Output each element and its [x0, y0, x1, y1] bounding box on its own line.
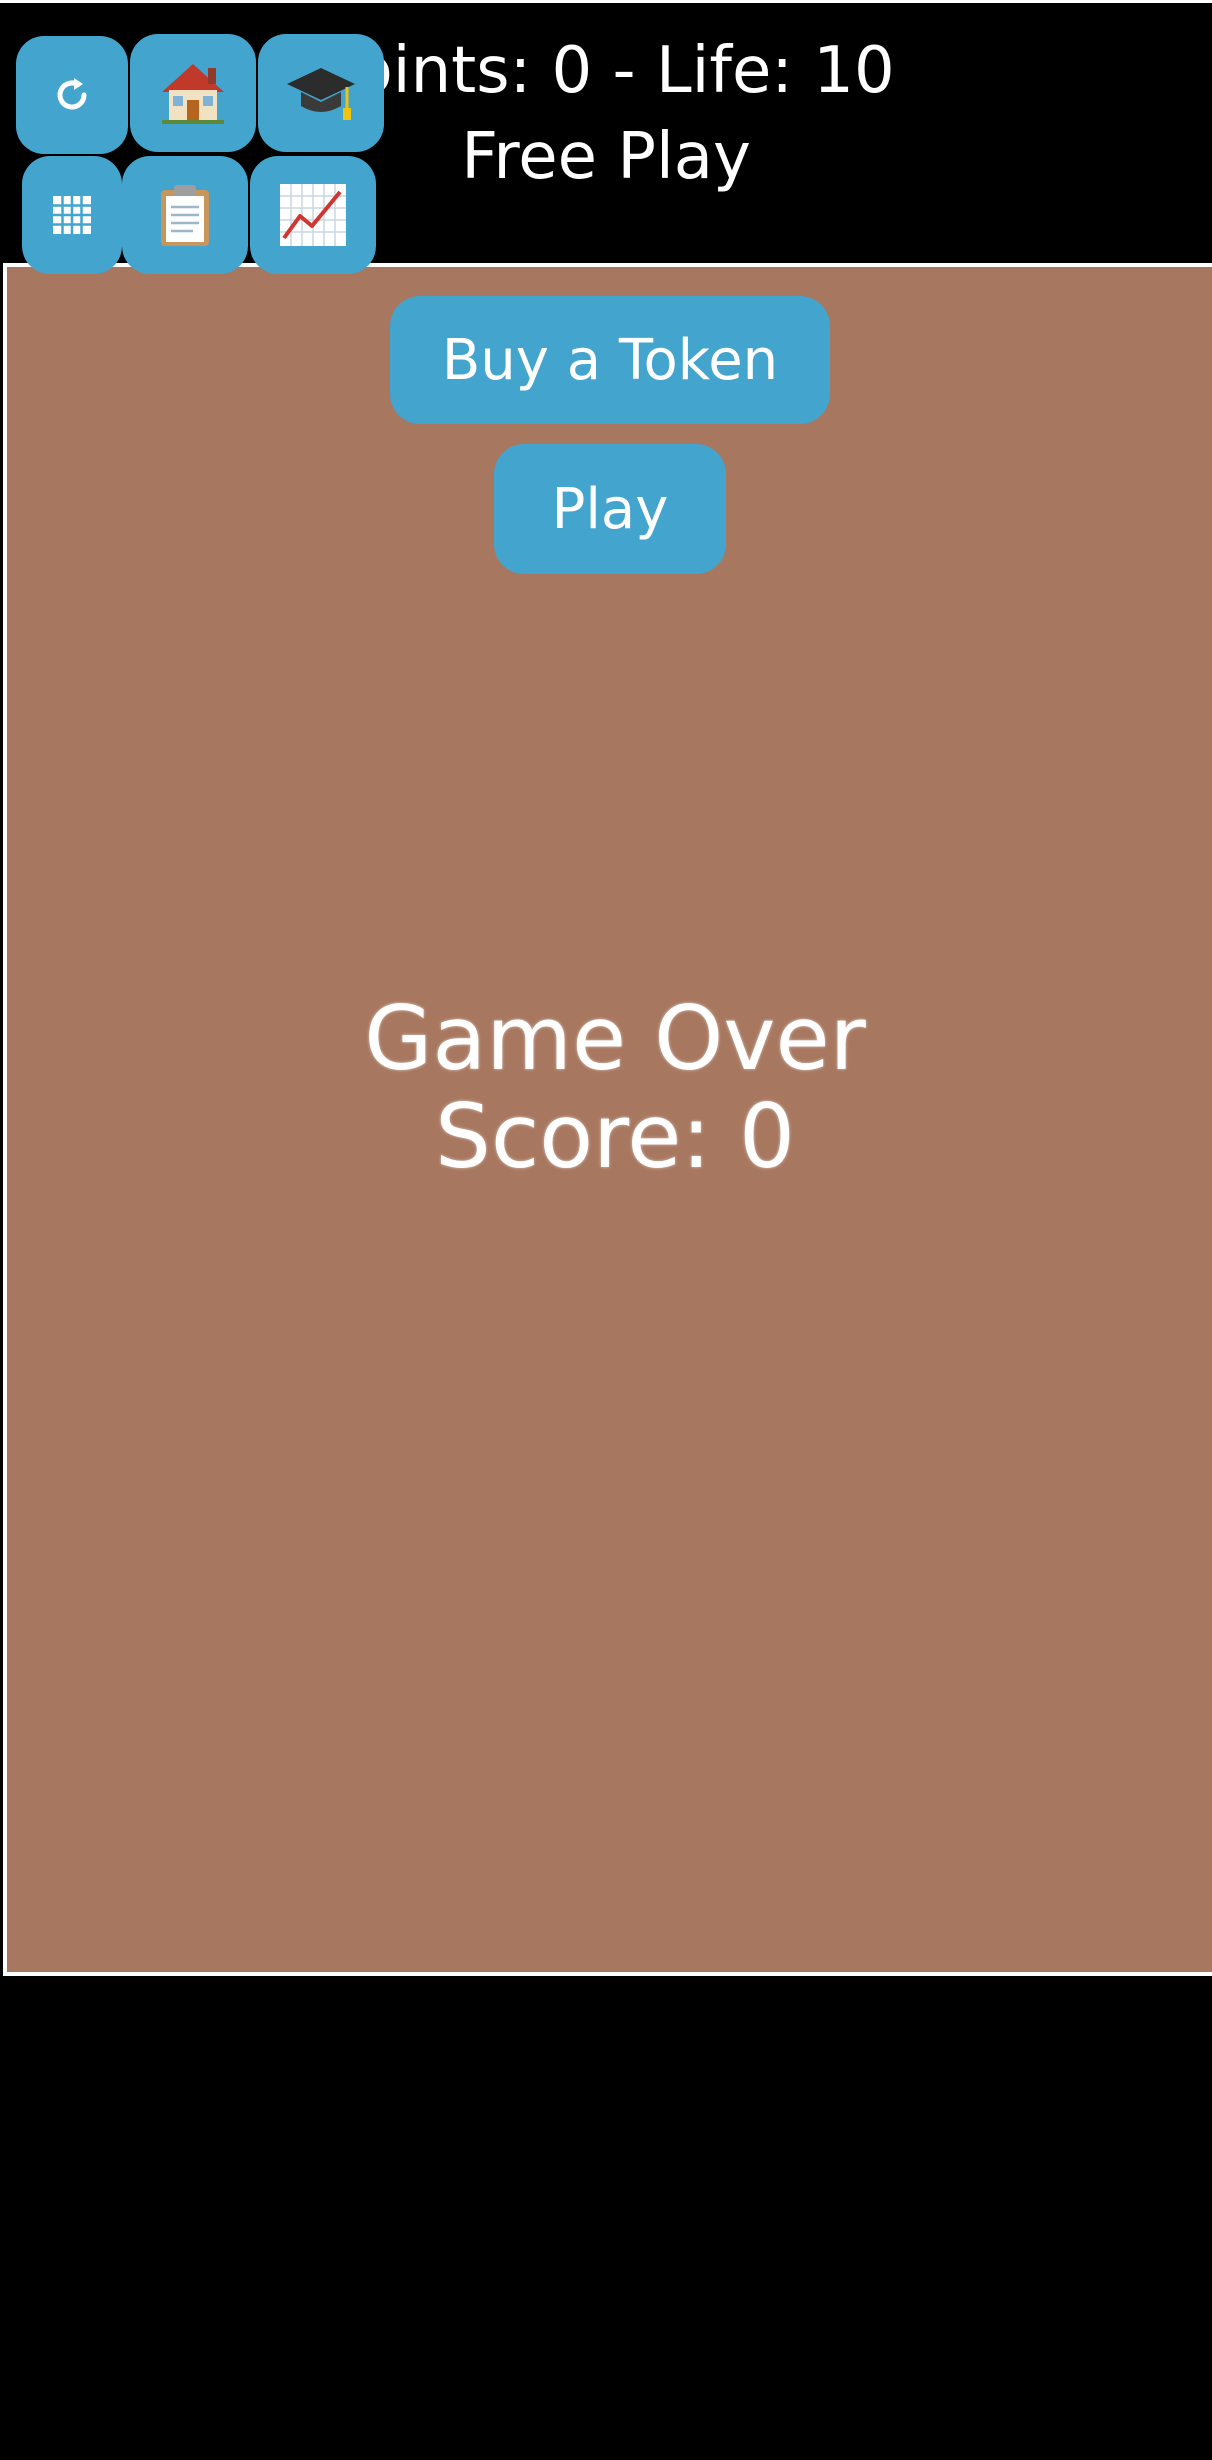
grid-button[interactable]: [22, 156, 122, 274]
clipboard-icon: [157, 182, 213, 248]
game-over-title: Game Over: [364, 987, 866, 1090]
chart-icon: [278, 182, 348, 248]
refresh-icon: [50, 73, 94, 117]
top-divider: [0, 0, 1212, 3]
refresh-button[interactable]: [16, 36, 128, 154]
play-button[interactable]: Play: [494, 444, 726, 574]
learn-button[interactable]: [258, 34, 384, 152]
home-icon: [158, 60, 228, 126]
final-score: Score: 0: [434, 1085, 796, 1188]
home-button[interactable]: [130, 34, 256, 152]
buy-token-button[interactable]: Buy a Token: [390, 296, 830, 424]
stats-button[interactable]: [250, 156, 376, 274]
clipboard-button[interactable]: [122, 156, 248, 274]
game-over-message: Game Over Score: 0: [0, 990, 1212, 1186]
game-screen: Points: 0 - Life: 10 Free Play Buy a Tok…: [0, 0, 1212, 2460]
grid-icon: [53, 196, 91, 234]
graduation-cap-icon: [285, 62, 357, 124]
